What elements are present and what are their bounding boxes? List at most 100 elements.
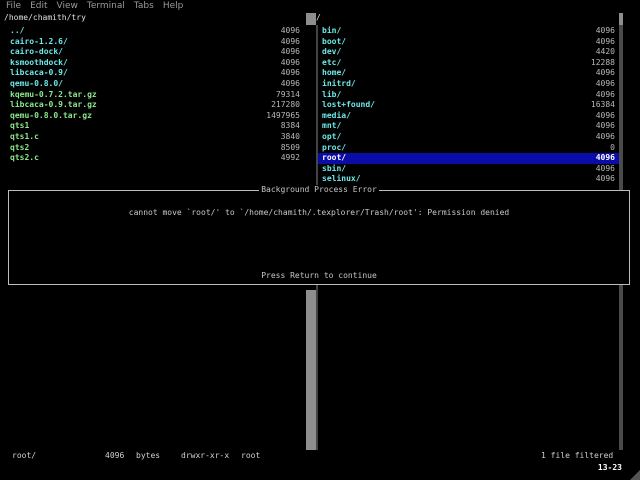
file-row[interactable]: lost+found/16384 [318,100,621,111]
file-name: boot/ [322,36,347,46]
file-name: lost+found/ [322,100,375,110]
file-row[interactable]: sbin/4096 [318,164,621,175]
file-size: 4096 [595,79,615,88]
file-size: 4096 [595,163,615,173]
file-name: mnt/ [322,121,342,131]
file-row[interactable]: bin/4096 [318,26,621,37]
file-row[interactable]: root/4096 [318,153,621,164]
file-row[interactable]: home/4096 [318,68,621,79]
status-owner: root [241,451,261,460]
file-size: 4096 [280,26,300,35]
file-name: qemu-0.8.0/ [10,79,63,88]
file-size: 4096 [595,36,615,46]
file-name: libcaca-0.9.tar.gz [10,100,97,110]
menu-item-help[interactable]: Help [163,1,184,12]
file-name: etc/ [322,57,342,67]
file-row[interactable]: qemu-0.8.0/4096 [0,79,306,90]
status-size: 4096 [105,451,125,460]
file-row[interactable]: proc/0 [318,143,621,154]
file-row[interactable]: qts1 8384 [0,121,306,132]
dialog-message: cannot move `root/' to `/home/chamith/.t… [128,208,510,217]
file-size: 4420 [595,47,615,57]
file-name: qts2 [10,142,30,152]
file-name: dev/ [322,47,342,57]
file-size: 4096 [280,57,300,67]
menu-item-terminal[interactable]: Terminal [87,1,125,12]
left-pane-path: /home/chamith/try [4,13,86,22]
divider-bar-top [306,13,316,25]
file-row[interactable]: mnt/4096 [318,121,621,132]
dialog-prompt[interactable]: Press Return to continue [9,271,629,282]
file-name: qemu-0.8.0.tar.gz [10,110,92,120]
file-name: cairo-dock/ [10,47,63,57]
file-size: 4096 [280,79,300,88]
file-row[interactable]: cairo-dock/4096 [0,47,306,58]
file-row[interactable]: qts1.c 3840 [0,132,306,143]
file-row[interactable]: qts2 8509 [0,143,306,154]
file-row[interactable]: libcaca-0.9/4096 [0,68,306,79]
file-size: 4096 [595,110,615,120]
file-size: 4096 [595,26,615,35]
file-name: home/ [322,68,347,78]
menu-item-view[interactable]: View [57,1,78,12]
menu-bar: File Edit View Terminal Tabs Help [0,0,640,13]
menu-item-file[interactable]: File [6,1,21,12]
file-row[interactable]: selinux/4096 [318,174,621,185]
file-name: cairo-1.2.6/ [10,36,68,46]
scrollbar-thumb-top[interactable] [619,13,623,25]
file-name: libcaca-0.9/ [10,68,68,78]
file-row[interactable]: media/4096 [318,111,621,122]
file-name: qts1.c [10,132,39,141]
file-size: 4096 [595,132,615,141]
file-row[interactable]: libcaca-0.9.tar.gz 217280 [0,100,306,111]
file-name: initrd/ [322,79,356,88]
resize-grip-icon[interactable] [630,470,640,480]
right-pane-path: / [316,13,321,22]
cursor-position: 13-23 [597,463,622,472]
file-row[interactable]: qts2.c 4992 [0,153,306,164]
file-size: 0 [610,142,615,152]
file-name: proc/ [322,142,347,152]
file-size: 4992 [280,153,300,163]
file-name: ksmoothdock/ [10,57,68,67]
file-size: 12288 [590,57,615,67]
divider-bar-bottom [306,290,316,450]
file-row[interactable]: opt/4096 [318,132,621,143]
dialog-title-wrap: Background Process Error [9,185,629,196]
status-perms: drwxr-xr-x [181,451,230,460]
file-row[interactable]: boot/4096 [318,37,621,48]
file-name: qts1 [10,121,30,131]
file-size: 217280 [271,100,300,110]
file-size: 4096 [280,47,300,57]
status-filter: 1 file filtered [541,451,614,460]
file-size: 4096 [280,36,300,46]
file-name: kqemu-0.7.2.tar.gz [10,89,97,99]
bottom-strip [0,462,640,480]
dialog-title: Background Process Error [259,185,379,194]
file-row[interactable]: qemu-0.8.0.tar.gz 1497965 [0,111,306,122]
file-name: sbin/ [322,163,347,173]
file-row[interactable]: initrd/4096 [318,79,621,90]
file-size: 79314 [275,89,300,99]
file-row[interactable]: ../ 4096 [0,26,306,37]
file-size: 8509 [280,142,300,152]
file-name: qts2.c [10,153,39,163]
file-size: 4096 [595,89,615,99]
file-size: 4096 [595,121,615,131]
error-dialog: Background Process Error cannot move `ro… [8,185,630,285]
file-row[interactable]: etc/12288 [318,58,621,69]
status-bar: root/ 4096 bytes drwxr-xr-x root 1 file … [0,450,640,462]
file-row[interactable]: kqemu-0.7.2.tar.gz 79314 [0,90,306,101]
file-row[interactable]: cairo-1.2.6/4096 [0,37,306,48]
file-row[interactable]: ksmoothdock/4096 [0,58,306,69]
file-row[interactable]: dev/4420 [318,47,621,58]
file-name: root/ [322,153,347,163]
file-name: opt/ [322,132,342,141]
file-size: 4096 [595,68,615,78]
file-name: selinux/ [322,174,361,184]
menu-item-tabs[interactable]: Tabs [134,1,154,12]
menu-item-edit[interactable]: Edit [30,1,47,12]
file-row[interactable]: lib/4096 [318,90,621,101]
file-size: 4096 [280,68,300,78]
file-size: 1497965 [266,110,300,120]
